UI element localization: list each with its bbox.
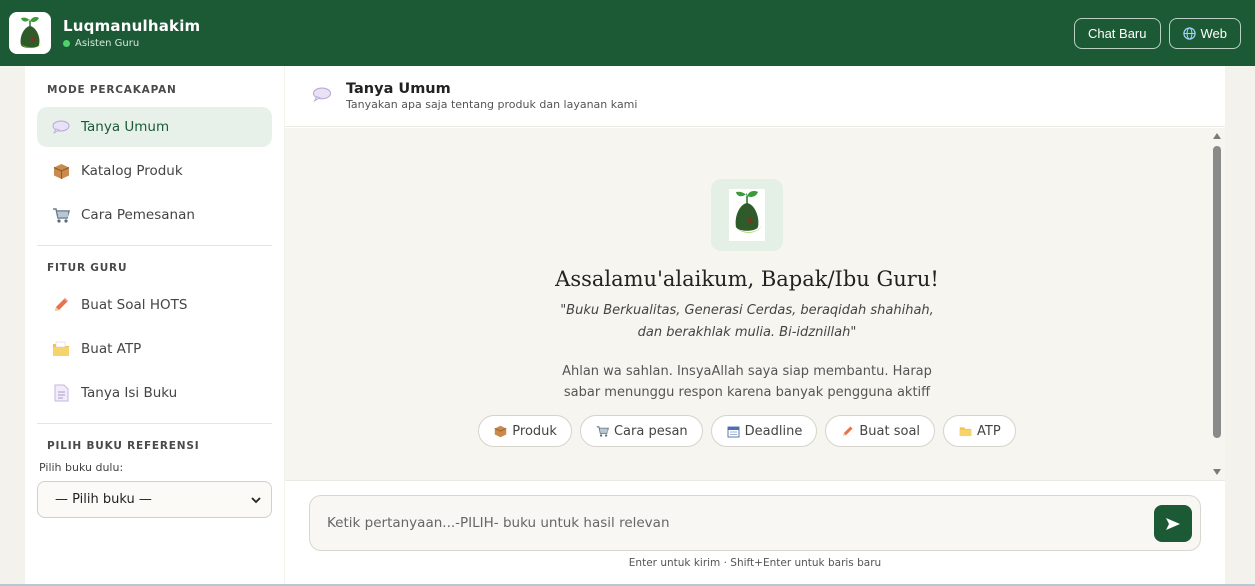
- mode-cara-pemesanan[interactable]: Cara Pemesanan: [37, 195, 272, 235]
- document-icon: [51, 383, 71, 403]
- features-section-title: FITUR GURU: [47, 262, 128, 274]
- pencil-icon: [841, 425, 854, 438]
- feature-label: Buat Soal HOTS: [81, 297, 188, 313]
- mode-katalog-produk[interactable]: Katalog Produk: [37, 151, 272, 191]
- welcome-panel: Assalamu'alaikum, Bapak/Ibu Guru! "Buku …: [285, 128, 1209, 447]
- welcome-text-line: Ahlan wa sahlan. InsyaAllah saya siap me…: [562, 364, 932, 379]
- feature-buat-soal-hots[interactable]: Buat Soal HOTS: [37, 285, 272, 325]
- feature-buat-atp[interactable]: Buat ATP: [37, 329, 272, 369]
- folder-icon: [51, 339, 71, 359]
- folder-icon: [959, 425, 972, 438]
- new-chat-button[interactable]: Chat Baru: [1073, 17, 1161, 49]
- message-composer: Ketik pertanyaan...-PILIH- buku untuk ha…: [285, 480, 1225, 584]
- composer-hint: Enter untuk kirim · Shift+Enter untuk ba…: [628, 557, 882, 569]
- cart-icon: [596, 425, 609, 438]
- book-select-label: Pilih buku dulu:: [39, 461, 124, 474]
- book-select[interactable]: — Pilih buku —: [37, 481, 272, 518]
- feature-tanya-isi-buku[interactable]: Tanya Isi Buku: [37, 373, 272, 413]
- web-label: Web: [1200, 25, 1228, 41]
- package-icon: [494, 425, 507, 438]
- welcome-quote: "Buku Berkualitas, Generasi Cerdas, bera…: [537, 300, 957, 344]
- conversation-header: Tanya Umum Tanyakan apa saja tentang pro…: [285, 66, 1225, 127]
- message-input[interactable]: Ketik pertanyaan...-PILIH- buku untuk ha…: [309, 495, 1201, 551]
- chip-label: Produk: [512, 423, 557, 439]
- main-panel: Tanya Umum Tanyakan apa saja tentang pro…: [285, 66, 1225, 584]
- app-name: Luqmanulhakim: [63, 17, 201, 35]
- chip-produk[interactable]: Produk: [478, 415, 572, 447]
- mode-label: Cara Pemesanan: [81, 207, 195, 223]
- web-button[interactable]: Web: [1168, 17, 1241, 49]
- mode-tanya-umum[interactable]: Tanya Umum: [37, 107, 272, 147]
- scroll-thumb[interactable]: [1213, 146, 1221, 438]
- welcome-text-line: sabar menunggu respon karena banyak peng…: [563, 385, 931, 400]
- welcome-logo: [711, 179, 783, 251]
- speech-bubble-icon: [51, 117, 71, 137]
- chip-label: Cara pesan: [613, 423, 688, 439]
- chip-label: Buat soal: [859, 423, 921, 439]
- message-input-placeholder: Ketik pertanyaan...-PILIH- buku untuk ha…: [327, 515, 670, 531]
- chip-deadline[interactable]: Deadline: [710, 415, 818, 447]
- mode-section-title: MODE PERCAKAPAN: [47, 84, 177, 96]
- cart-icon: [51, 205, 71, 225]
- assistant-status: Asisten Guru: [63, 38, 200, 49]
- chip-label: Deadline: [744, 423, 803, 439]
- app-header: Luqmanulhakim Asisten Guru Chat Baru Web: [0, 0, 1255, 66]
- scroll-down-arrow-icon[interactable]: [1213, 469, 1221, 475]
- app-logo: [9, 12, 51, 54]
- mode-label: Tanya Umum: [81, 119, 170, 135]
- feature-label: Tanya Isi Buku: [81, 385, 178, 401]
- chip-cara-pesan[interactable]: Cara pesan: [579, 415, 703, 447]
- conversation-subtitle: Tanyakan apa saja tentang produk dan lay…: [346, 98, 638, 111]
- scroll-up-arrow-icon[interactable]: [1213, 133, 1221, 139]
- chip-buat-soal[interactable]: Buat soal: [825, 415, 936, 447]
- divider: [37, 245, 272, 246]
- quote-line: dan berakhlak mulia. Bi-idznillah": [637, 325, 857, 340]
- divider: [37, 423, 272, 424]
- chat-scrollbar[interactable]: [1209, 128, 1225, 480]
- chip-atp[interactable]: ATP: [943, 415, 1016, 447]
- feature-label: Buat ATP: [81, 341, 142, 357]
- chat-area[interactable]: Assalamu'alaikum, Bapak/Ibu Guru! "Buku …: [285, 128, 1225, 480]
- package-icon: [51, 161, 71, 181]
- mode-label: Katalog Produk: [81, 163, 183, 179]
- book-section-title: PILIH BUKU REFERENSI: [47, 440, 200, 452]
- calendar-icon: [727, 425, 740, 438]
- quote-line: "Buku Berkualitas, Generasi Cerdas, bera…: [560, 303, 934, 318]
- conversation-title: Tanya Umum: [346, 81, 451, 97]
- quick-chips: Produk Cara pesan Deadline Buat soal ATP: [478, 415, 1016, 447]
- book-select-value: — Pilih buku —: [55, 492, 152, 507]
- chip-label: ATP: [977, 423, 1001, 439]
- pencil-icon: [51, 295, 71, 315]
- sidebar: MODE PERCAKAPAN Tanya Umum Katalog Produ…: [25, 66, 284, 584]
- status-label: Asisten Guru: [75, 38, 140, 49]
- speech-bubble-icon: [312, 87, 332, 106]
- chevron-down-icon: [251, 496, 261, 503]
- welcome-greeting: Assalamu'alaikum, Bapak/Ibu Guru!: [555, 267, 939, 291]
- welcome-text: Ahlan wa sahlan. InsyaAllah saya siap me…: [547, 361, 947, 403]
- send-button[interactable]: [1154, 505, 1192, 542]
- online-indicator: [63, 40, 70, 47]
- globe-icon: [1182, 26, 1196, 40]
- send-icon: [1166, 517, 1180, 530]
